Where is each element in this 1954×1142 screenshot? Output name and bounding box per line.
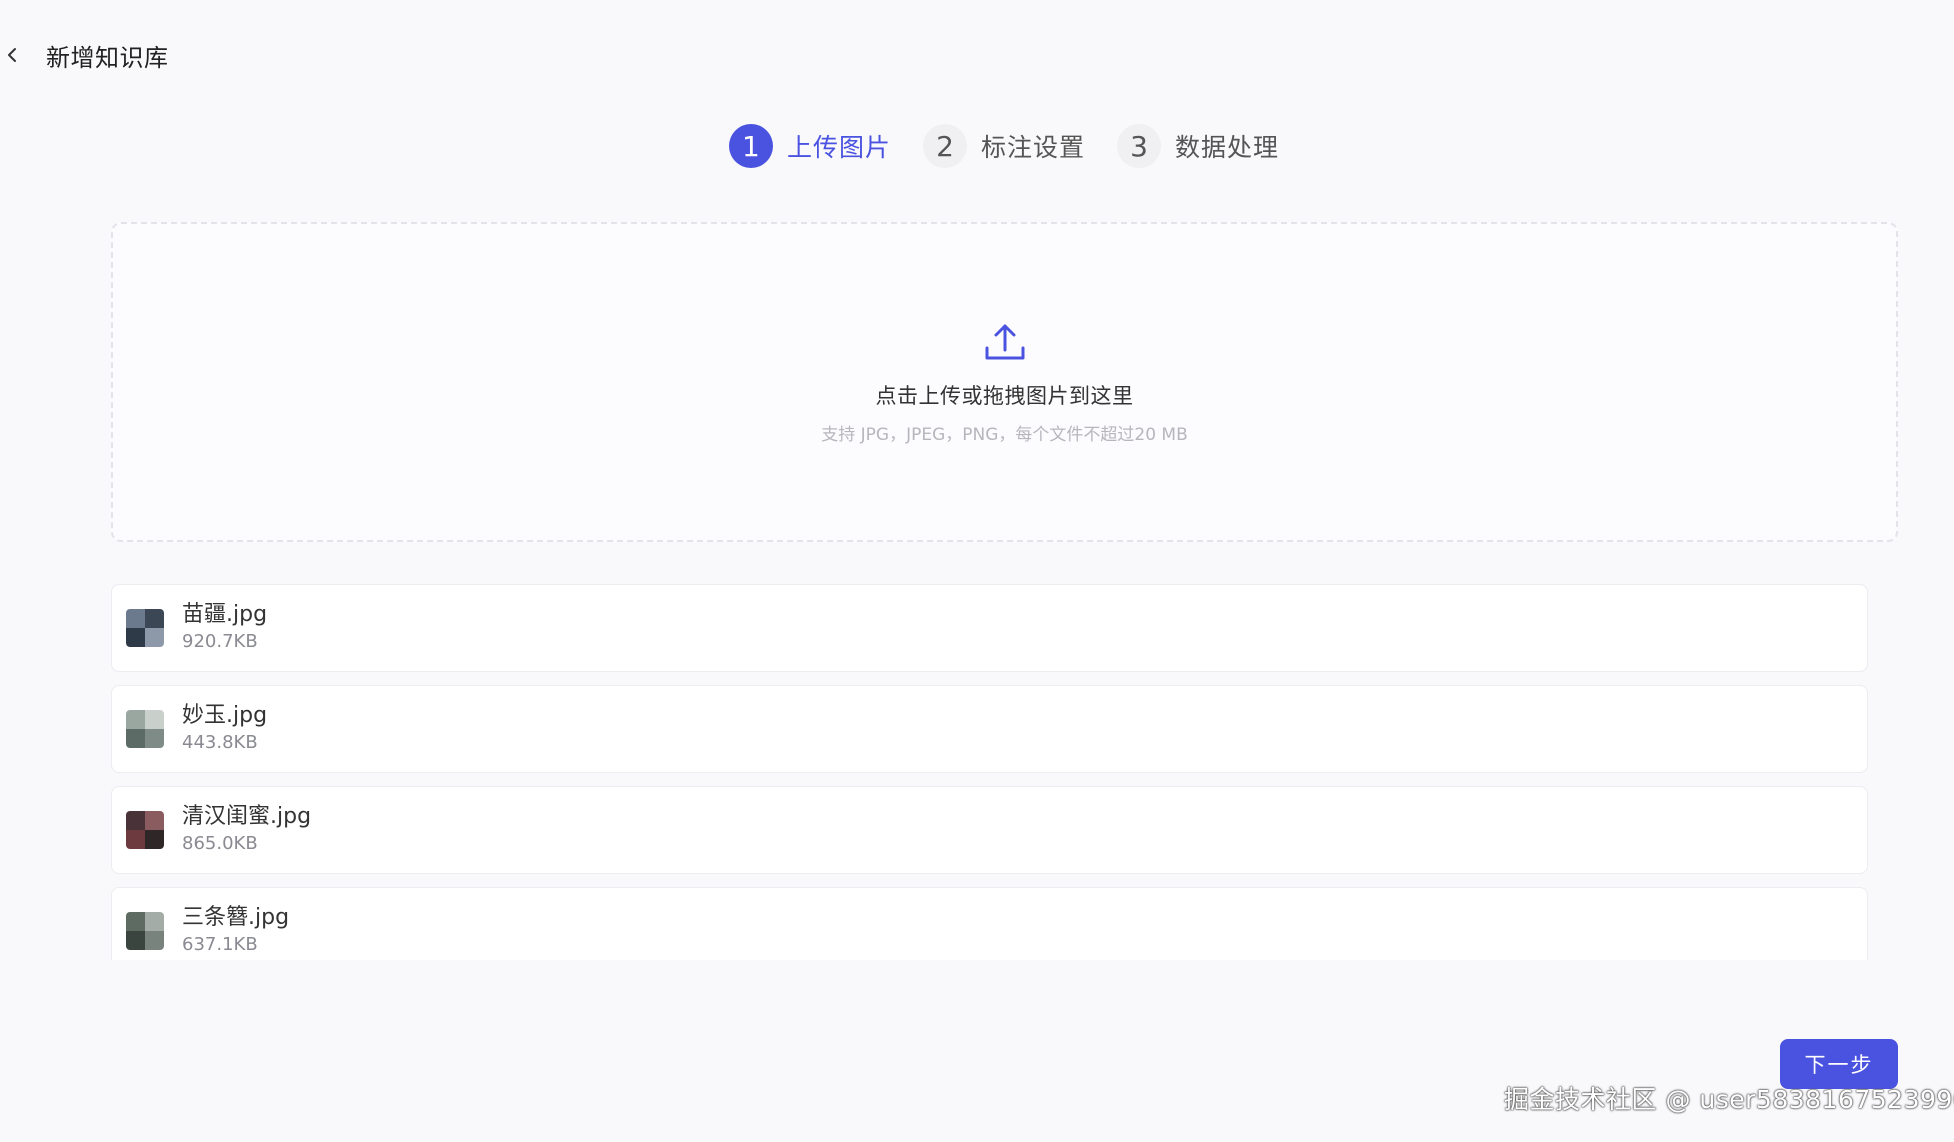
file-size: 920.7KB: [182, 631, 258, 652]
file-name: 三条簪.jpg: [182, 905, 290, 930]
file-size: 865.0KB: [182, 833, 258, 854]
file-thumbnail: [126, 710, 164, 748]
file-meta: 清汉闺蜜.jpg 865.0KB: [182, 803, 311, 857]
chevron-left-icon: [8, 48, 16, 62]
step-data-processing: 3 数据处理: [1117, 124, 1279, 168]
back-button[interactable]: [0, 30, 28, 80]
file-meta: 妙玉.jpg 443.8KB: [182, 702, 267, 756]
list-item[interactable]: 苗疆.jpg 920.7KB: [111, 584, 1868, 672]
file-meta: 苗疆.jpg 920.7KB: [182, 601, 267, 655]
file-name: 苗疆.jpg: [182, 602, 268, 627]
file-thumbnail: [126, 912, 164, 950]
file-name: 清汉闺蜜.jpg: [182, 804, 312, 829]
upload-instruction: 点击上传或拖拽图片到这里: [875, 383, 1134, 408]
step-number: 3: [1117, 124, 1161, 168]
watermark: 掘金技术社区 @ user5838167523996: [1504, 1085, 1954, 1114]
page-title: 新增知识库: [46, 43, 169, 72]
step-number: 2: [922, 124, 967, 168]
file-size: 443.8KB: [182, 732, 258, 753]
file-thumbnail: [126, 811, 164, 849]
file-list: 苗疆.jpg 920.7KB 妙玉.jpg 443.8KB 清汉闺蜜.jpg 8…: [111, 584, 1898, 960]
step-number: 1: [728, 124, 773, 168]
list-item[interactable]: 妙玉.jpg 443.8KB: [111, 685, 1868, 773]
upload-dropzone[interactable]: 点击上传或拖拽图片到这里 支持 JPG，JPEG，PNG，每个文件不超过20 M…: [111, 222, 1898, 542]
file-size: 637.1KB: [182, 934, 258, 955]
steps-bar: 1 上传图片 2 标注设置 3 数据处理: [0, 124, 1954, 168]
upload-icon: [983, 320, 1027, 364]
file-name: 妙玉.jpg: [182, 703, 268, 728]
step-annotation-settings: 2 标注设置: [922, 124, 1085, 168]
list-item[interactable]: 三条簪.jpg 637.1KB: [111, 887, 1868, 960]
step-label: 标注设置: [980, 133, 1085, 162]
step-label: 数据处理: [1175, 133, 1280, 162]
header: 新增知识库: [0, 30, 169, 80]
page: 新增知识库 1 上传图片 2 标注设置 3 数据处理 点击上传或拖拽图片到这里 …: [0, 0, 1954, 1142]
upload-format-hint: 支持 JPG，JPEG，PNG，每个文件不超过20 MB: [821, 424, 1188, 445]
step-upload-images: 1 上传图片: [728, 124, 891, 168]
list-item[interactable]: 清汉闺蜜.jpg 865.0KB: [111, 786, 1868, 874]
file-meta: 三条簪.jpg 637.1KB: [182, 904, 289, 958]
step-label: 上传图片: [786, 133, 891, 162]
file-thumbnail: [126, 609, 164, 647]
